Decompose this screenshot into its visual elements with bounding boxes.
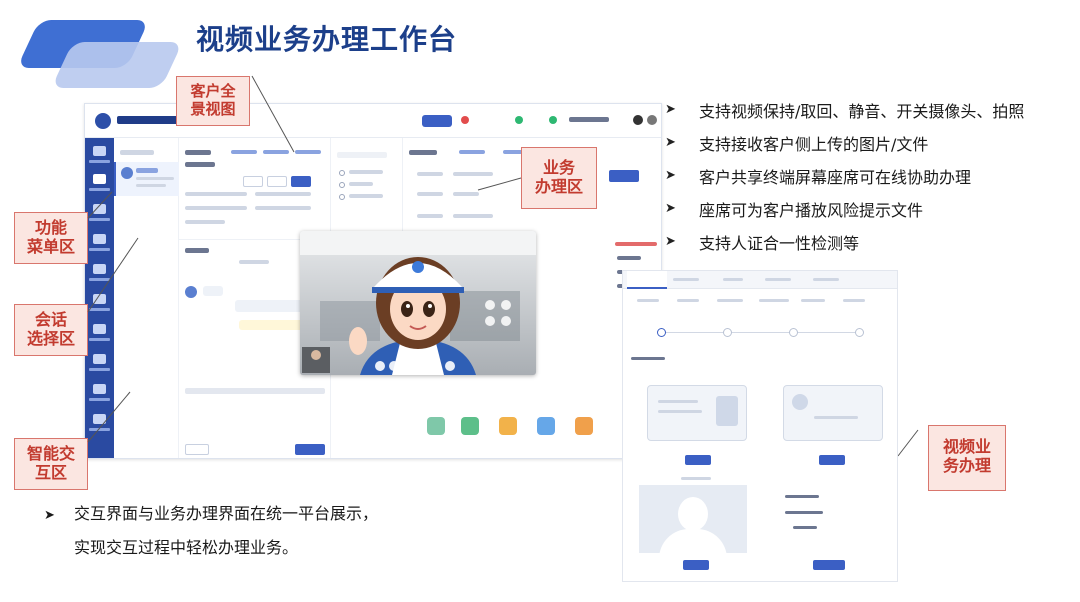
sub-tab-6[interactable] <box>843 299 865 302</box>
tab-2[interactable] <box>673 278 699 281</box>
verify-button[interactable] <box>813 560 845 570</box>
face-photo-placeholder <box>639 485 747 553</box>
id-card-line <box>814 416 858 419</box>
arrow-right-icon: ➤ <box>665 135 676 150</box>
face-photo-label <box>681 477 711 480</box>
summary-note: ➤ 交互界面与业务办理界面在统一平台展示， 实现交互过程中轻松办理业务。 <box>44 498 378 564</box>
feature-text: 客户共享终端屏幕座席可在线协助办理 <box>699 167 972 187</box>
step-4-dot <box>855 328 864 337</box>
silhouette-body <box>659 529 727 553</box>
result-label-1 <box>785 495 819 498</box>
tab-active[interactable] <box>627 271 667 289</box>
video-business-screenshot <box>622 270 898 582</box>
section-title <box>631 357 665 360</box>
arrow-right-icon: ➤ <box>665 201 676 216</box>
sub-tab-5[interactable] <box>801 299 825 302</box>
upload-front-button[interactable] <box>685 455 711 465</box>
step-1-dot <box>657 328 666 337</box>
feature-text: 支持人证合一性检测等 <box>699 233 860 253</box>
step-tabs-bar <box>623 271 897 289</box>
silhouette-head <box>678 497 708 531</box>
feature-text: 支持视频保持/取回、静音、开关摄像头、拍照 <box>699 101 1025 121</box>
arrow-right-icon: ➤ <box>665 102 676 117</box>
step-3-dot <box>789 328 798 337</box>
summary-line-1: 交互界面与业务办理界面在统一平台展示， <box>74 504 379 523</box>
sub-tab-3[interactable] <box>717 299 743 302</box>
sub-tab-4[interactable] <box>759 299 789 302</box>
feature-text: 支持接收客户侧上传的图片/文件 <box>699 134 929 154</box>
feature-list: ➤ 支持视频保持/取回、静音、开关摄像头、拍照 ➤ 支持接收客户侧上传的图片/文件 … <box>665 93 1077 258</box>
upload-back-button[interactable] <box>819 455 845 465</box>
id-card-front <box>647 385 747 441</box>
capture-button[interactable] <box>683 560 709 570</box>
tab-5[interactable] <box>813 278 839 281</box>
feature-item: ➤ 支持人证合一性检测等 <box>665 225 1077 258</box>
summary-line-2: 实现交互过程中轻松办理业务。 <box>74 538 299 557</box>
result-label-2 <box>785 511 823 514</box>
id-card-back <box>783 385 883 441</box>
feature-item: ➤ 支持接收客户侧上传的图片/文件 <box>665 126 1077 159</box>
arrow-right-icon: ➤ <box>44 508 55 523</box>
emblem-icon <box>792 394 808 410</box>
step-2-dot <box>723 328 732 337</box>
tab-3[interactable] <box>723 278 743 281</box>
arrow-right-icon: ➤ <box>665 234 676 249</box>
feature-item: ➤ 客户共享终端屏幕座席可在线协助办理 <box>665 159 1077 192</box>
id-card-line <box>658 400 698 403</box>
feature-item: ➤ 支持视频保持/取回、静音、开关摄像头、拍照 <box>665 93 1077 126</box>
sub-tab-2[interactable] <box>677 299 699 302</box>
sub-tab-1[interactable] <box>637 299 659 302</box>
tab-4[interactable] <box>765 278 791 281</box>
feature-item: ➤ 座席可为客户播放风险提示文件 <box>665 192 1077 225</box>
step-line <box>661 332 861 333</box>
feature-text: 座席可为客户播放风险提示文件 <box>699 200 924 220</box>
portrait-icon <box>716 396 738 426</box>
id-card-line <box>658 410 702 413</box>
result-label-3 <box>793 526 817 529</box>
arrow-right-icon: ➤ <box>665 168 676 183</box>
